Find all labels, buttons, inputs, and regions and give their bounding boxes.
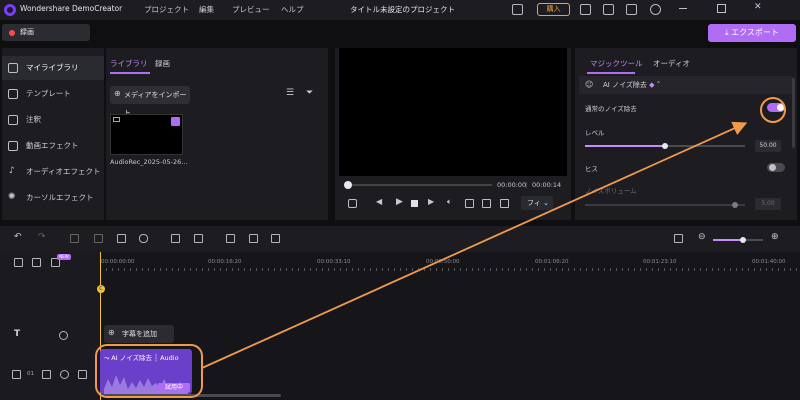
annotation-arrow	[201, 121, 748, 369]
